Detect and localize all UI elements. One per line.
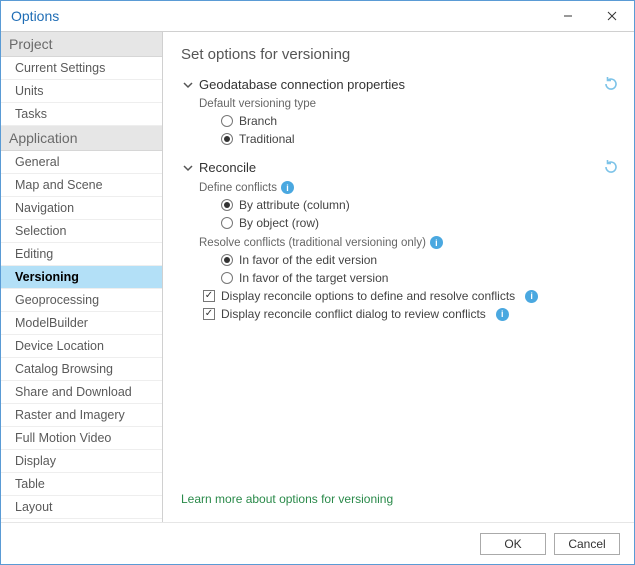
checkbox-label: Display reconcile options to define and … [221, 289, 515, 303]
radio-by-attribute[interactable]: By attribute (column) [221, 198, 616, 212]
ok-button[interactable]: OK [480, 533, 546, 555]
nav-general[interactable]: General [1, 151, 162, 174]
reset-reconcile-button[interactable] [600, 156, 622, 178]
section-reconcile: Reconcile Define conflicts By attribute … [181, 160, 616, 325]
titlebar: Options [1, 1, 634, 31]
options-dialog: Options Project Current Settings Units T… [0, 0, 635, 565]
radio-favor-edit[interactable]: In favor of the edit version [221, 253, 616, 267]
radio-icon [221, 133, 233, 145]
section-title: Geodatabase connection properties [199, 77, 405, 92]
nav-map-and-scene[interactable]: Map and Scene [1, 174, 162, 197]
radio-icon [221, 254, 233, 266]
radio-label: In favor of the edit version [239, 253, 377, 267]
radio-label: Traditional [239, 132, 295, 146]
radio-label: Branch [239, 114, 277, 128]
checkbox-display-dialog[interactable]: Display reconcile conflict dialog to rev… [203, 307, 616, 321]
info-icon[interactable] [430, 236, 443, 249]
nav-layout[interactable]: Layout [1, 496, 162, 519]
checkbox-display-options[interactable]: Display reconcile options to define and … [203, 289, 616, 303]
checkbox-icon [203, 308, 215, 320]
radio-label: In favor of the target version [239, 271, 388, 285]
radio-icon [221, 199, 233, 211]
nav-selection[interactable]: Selection [1, 220, 162, 243]
minimize-button[interactable] [546, 1, 590, 31]
sidebar: Project Current Settings Units Tasks App… [1, 32, 163, 522]
window-title: Options [11, 8, 546, 24]
nav-current-settings[interactable]: Current Settings [1, 57, 162, 80]
info-icon[interactable] [281, 181, 294, 194]
nav-display[interactable]: Display [1, 450, 162, 473]
radio-label: By object (row) [239, 216, 319, 230]
close-button[interactable] [590, 1, 634, 31]
sidebar-scroll[interactable]: Project Current Settings Units Tasks App… [1, 32, 162, 522]
section-geodatabase: Geodatabase connection properties Defaul… [181, 77, 616, 150]
nav-units[interactable]: Units [1, 80, 162, 103]
nav-raster-imagery[interactable]: Raster and Imagery [1, 404, 162, 427]
content-area: Project Current Settings Units Tasks App… [1, 31, 634, 522]
radio-by-object[interactable]: By object (row) [221, 216, 616, 230]
nav-navigation[interactable]: Navigation [1, 197, 162, 220]
dialog-button-bar: OK Cancel [1, 522, 634, 564]
learn-more-link[interactable]: Learn more about options for versioning [181, 486, 616, 514]
define-conflicts-label: Define conflicts [199, 182, 277, 194]
nav-device-location[interactable]: Device Location [1, 335, 162, 358]
category-application[interactable]: Application [1, 126, 162, 151]
nav-table[interactable]: Table [1, 473, 162, 496]
nav-geoprocessing[interactable]: Geoprocessing [1, 289, 162, 312]
checkbox-icon [203, 290, 215, 302]
radio-icon [221, 272, 233, 284]
section-title: Reconcile [199, 160, 256, 175]
nav-catalog-browsing[interactable]: Catalog Browsing [1, 358, 162, 381]
nav-editing[interactable]: Editing [1, 243, 162, 266]
radio-branch[interactable]: Branch [221, 114, 616, 128]
checkbox-label: Display reconcile conflict dialog to rev… [221, 307, 486, 321]
radio-icon [221, 217, 233, 229]
nav-modelbuilder[interactable]: ModelBuilder [1, 312, 162, 335]
page-heading: Set options for versioning [181, 46, 616, 63]
radio-traditional[interactable]: Traditional [221, 132, 616, 146]
info-icon[interactable] [525, 290, 538, 303]
section-header-geodatabase[interactable]: Geodatabase connection properties [181, 77, 616, 92]
info-icon[interactable] [496, 308, 509, 321]
nav-tasks[interactable]: Tasks [1, 103, 162, 126]
nav-versioning[interactable]: Versioning [1, 266, 162, 289]
nav-share-download[interactable]: Share and Download [1, 381, 162, 404]
radio-icon [221, 115, 233, 127]
radio-favor-target[interactable]: In favor of the target version [221, 271, 616, 285]
cancel-button[interactable]: Cancel [554, 533, 620, 555]
radio-label: By attribute (column) [239, 198, 350, 212]
section-header-reconcile[interactable]: Reconcile [181, 160, 616, 175]
default-versioning-label: Default versioning type [199, 98, 616, 110]
chevron-down-icon [181, 163, 195, 173]
resolve-conflicts-label: Resolve conflicts (traditional versionin… [199, 237, 426, 249]
main-panel: Set options for versioning Geodatabase c… [163, 32, 634, 522]
chevron-down-icon [181, 80, 195, 90]
nav-full-motion-video[interactable]: Full Motion Video [1, 427, 162, 450]
category-project[interactable]: Project [1, 32, 162, 57]
reset-geodatabase-button[interactable] [600, 73, 622, 95]
